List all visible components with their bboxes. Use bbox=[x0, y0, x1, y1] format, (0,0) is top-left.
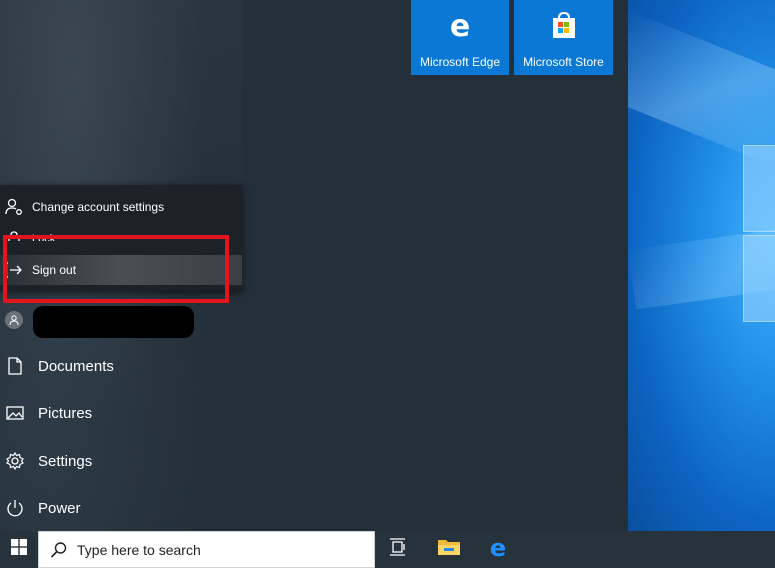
power-label: Power bbox=[38, 499, 81, 517]
power-icon bbox=[5, 498, 25, 518]
edge-icon: e bbox=[445, 9, 475, 45]
taskbar-search-box[interactable] bbox=[38, 531, 375, 568]
edge-icon: e bbox=[486, 534, 510, 564]
wallpaper-window-pane bbox=[743, 145, 775, 232]
gear-icon bbox=[5, 451, 25, 471]
tile-microsoft-edge[interactable]: e Microsoft Edge bbox=[411, 0, 509, 75]
change-account-settings-item[interactable]: Change account settings bbox=[0, 192, 242, 222]
folder-icon bbox=[437, 537, 461, 562]
highlight-annotation-box bbox=[3, 235, 229, 303]
pictures-item[interactable]: Pictures bbox=[0, 393, 243, 433]
start-menu-tiles-pane bbox=[243, 0, 628, 531]
windows-logo-icon bbox=[11, 539, 27, 560]
change-account-settings-label: Change account settings bbox=[32, 200, 165, 214]
store-icon bbox=[549, 10, 579, 45]
start-button[interactable] bbox=[0, 531, 38, 568]
user-avatar-icon bbox=[5, 311, 23, 329]
task-view-icon bbox=[389, 538, 409, 561]
desktop-wallpaper bbox=[628, 0, 775, 531]
search-icon bbox=[49, 540, 69, 560]
user-account-button[interactable] bbox=[0, 304, 243, 338]
picture-icon bbox=[5, 403, 25, 423]
pictures-label: Pictures bbox=[38, 404, 93, 422]
settings-item[interactable]: Settings bbox=[0, 441, 243, 481]
power-item[interactable]: Power bbox=[0, 488, 243, 528]
svg-text:e: e bbox=[450, 10, 470, 40]
user-name-redacted bbox=[33, 306, 194, 338]
tile-label: Microsoft Edge bbox=[419, 55, 501, 69]
taskbar: e bbox=[0, 531, 775, 568]
task-view-button[interactable] bbox=[377, 531, 421, 568]
settings-label: Settings bbox=[38, 452, 93, 470]
taskbar-edge-button[interactable]: e bbox=[476, 531, 520, 568]
person-gear-icon bbox=[4, 197, 24, 217]
tile-microsoft-store[interactable]: Microsoft Store bbox=[514, 0, 613, 75]
file-explorer-button[interactable] bbox=[427, 531, 471, 568]
svg-text:e: e bbox=[490, 535, 506, 559]
documents-item[interactable]: Documents bbox=[0, 346, 243, 386]
document-icon bbox=[5, 356, 25, 376]
wallpaper-window-pane bbox=[743, 235, 775, 322]
search-input[interactable] bbox=[77, 541, 357, 558]
tile-label: Microsoft Store bbox=[523, 55, 604, 69]
documents-label: Documents bbox=[38, 357, 114, 375]
